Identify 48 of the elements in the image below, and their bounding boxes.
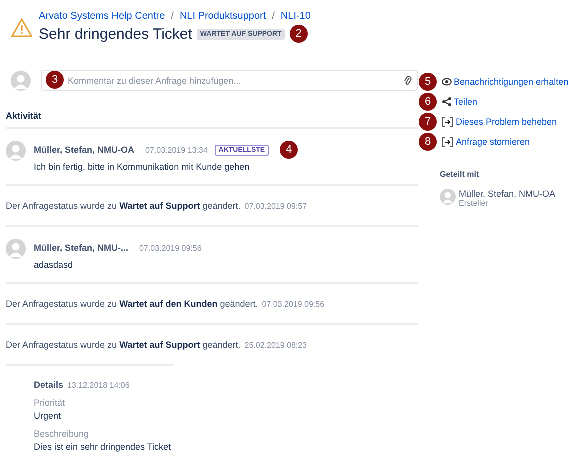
breadcrumb-separator: / — [171, 11, 174, 22]
section-heading: Geteilt mit — [439, 170, 480, 179]
callout-number: 5 — [419, 73, 437, 91]
timestamp: 07.03.2019 09:56 — [262, 300, 325, 309]
field-value: Dies ist ein sehr dringendes Ticket — [34, 442, 172, 452]
comment-text: adasdasd — [34, 260, 74, 270]
callout-number: 4 — [280, 141, 298, 159]
eye-icon — [442, 78, 452, 86]
action-link[interactable]: Teilen — [454, 97, 478, 107]
status-change-text: Der Anfragestatus wurde zu Wartet auf den Kunden geändert. — [6, 299, 258, 309]
field-label: Priorität — [34, 398, 66, 408]
comment-text: Ich bin fertig, bitte in Kommunikation mit Kunde gehen — [34, 162, 251, 172]
action-link[interactable]: Dieses Problem beheben — [456, 117, 558, 127]
action-link[interactable]: Anfrage stornieren — [456, 137, 530, 147]
avatar-icon — [6, 141, 26, 161]
timestamp: 07.03.2019 09:57 — [244, 202, 308, 211]
field-label: Beschreibung — [34, 429, 90, 439]
action-link[interactable]: Benachrichtigungen erhalten — [454, 77, 569, 87]
avatar-icon — [440, 189, 456, 205]
breadcrumb-link[interactable]: NLI Produktsupport — [180, 11, 266, 22]
callout-number: 8 — [419, 133, 437, 151]
callout-number: 2 — [290, 25, 308, 43]
status-change-text: Der Anfragestatus wurde zu Wartet auf Support geändert. — [6, 340, 241, 350]
timestamp: 07.03.2019 13:34 — [146, 146, 208, 154]
callout-number: 6 — [419, 93, 437, 111]
paperclip-icon — [404, 75, 412, 86]
avatar-icon — [6, 239, 26, 259]
timestamp: 07.03.2019 09:56 — [140, 244, 202, 252]
person-name: Müller, Stefan, NMU-OA — [459, 189, 556, 199]
callout-number: 7 — [419, 113, 437, 131]
status-change-text: Der Anfragestatus wurde zu Wartet auf Support geändert. — [6, 201, 241, 211]
transition-icon — [442, 116, 454, 128]
warning-icon — [11, 18, 33, 38]
breadcrumb-link[interactable]: Arvato Systems Help Centre — [39, 11, 166, 22]
timestamp: 13.12.2018 14:06 — [68, 381, 130, 390]
breadcrumb-link[interactable]: NLI-10 — [280, 11, 311, 22]
breadcrumb-separator: / — [272, 11, 275, 22]
details-heading: Details — [34, 380, 64, 390]
field-value: Urgent — [34, 411, 62, 421]
transition-icon — [442, 136, 454, 148]
avatar-icon — [11, 70, 31, 90]
ticket-title: Sehr dringendes Ticket — [39, 26, 192, 42]
author-name[interactable]: Müller, Stefan, NMU-... — [34, 243, 129, 253]
author-name[interactable]: Müller, Stefan, NMU-OA — [34, 145, 135, 155]
share-icon — [442, 97, 452, 107]
section-heading: Aktivität — [6, 111, 418, 129]
person-role: Ersteller — [459, 199, 490, 208]
timestamp: 25.02.2019 08:23 — [244, 341, 308, 350]
